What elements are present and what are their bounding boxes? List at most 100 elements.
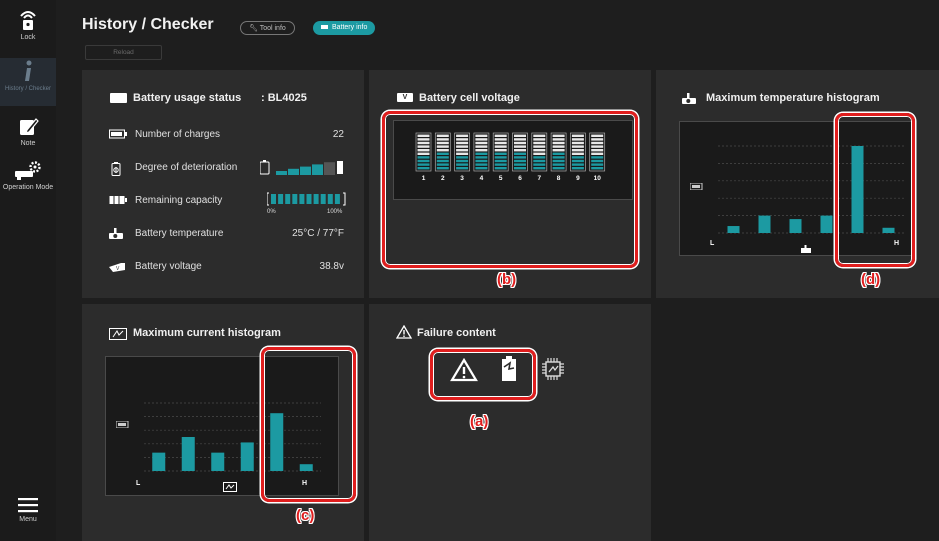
sidebar-item-operation-mode[interactable]: Operation Mode <box>0 160 56 204</box>
capacity-segment <box>334 194 340 204</box>
capacity-segment <box>299 194 305 204</box>
sidebar-item-label: Menu <box>19 516 37 523</box>
capacity-segment <box>313 194 319 204</box>
failure-content-panel: Failure content <box>369 304 651 541</box>
axis-thermometer-icon <box>801 240 813 258</box>
panel-title: Battery usage status <box>133 92 242 104</box>
panel-title: Maximum temperature histogram <box>706 92 880 104</box>
row-label: Number of charges <box>135 129 221 140</box>
battery-icon <box>110 93 127 103</box>
sidebar-item-label: Note <box>20 140 36 147</box>
histogram-bar <box>240 442 254 471</box>
histogram-bar <box>727 226 740 233</box>
histogram-bar <box>758 215 771 233</box>
row-battery-voltage: V Battery voltage 38.8v <box>109 259 344 275</box>
capacity-min-label: 0% <box>267 209 276 215</box>
highlight-cell-voltage <box>382 111 638 268</box>
chip-icon <box>541 357 565 386</box>
histogram-bar <box>820 215 833 233</box>
battery-icon <box>321 25 328 30</box>
callout-c: (c) <box>296 507 315 524</box>
battery-model: : BL4025 <box>261 92 307 104</box>
histogram-bar <box>789 219 802 233</box>
row-remaining-capacity: Remaining capacity 0% 100% <box>109 192 346 215</box>
battery-usage-panel: Battery usage status : BL4025 Number of … <box>82 70 364 298</box>
axis-battery-icon <box>689 177 704 195</box>
capacity-max-label: 100% <box>327 209 343 215</box>
tab-label: Tool info <box>259 25 286 32</box>
highlight-failure-icons <box>430 349 536 400</box>
capacity-segment <box>278 194 284 204</box>
sidebar-item-label: Lock <box>20 34 36 41</box>
highlight-current-high <box>261 347 356 502</box>
capacity-segment <box>285 194 291 204</box>
highlight-temp-high <box>835 113 915 267</box>
callout-b: (b) <box>497 271 517 288</box>
deterioration-bar <box>276 171 287 175</box>
row-battery-temperature: Battery temperature 25°C / 77°F <box>109 226 344 242</box>
capacity-segment <box>306 194 312 204</box>
sidebar-item-label: Operation Mode <box>2 184 54 191</box>
tab-tool-info[interactable]: 🔧︎ Tool info <box>240 21 295 35</box>
sidebar-item-lock[interactable]: Lock <box>0 8 56 54</box>
histogram-low-label: L <box>710 240 715 247</box>
row-label: Remaining capacity <box>135 195 223 206</box>
note-icon <box>0 116 56 138</box>
deterioration-bar <box>312 164 323 175</box>
thermometer-icon <box>682 92 700 110</box>
row-value: 25°C / 77°F <box>292 228 344 239</box>
voltage-icon: V <box>109 261 127 276</box>
row-label: Battery voltage <box>135 261 202 272</box>
sidebar: Lock History / Checker Note Operation Mo… <box>0 0 57 541</box>
sidebar-item-note[interactable]: Note <box>0 116 56 152</box>
row-number-of-charges: Number of charges 22 <box>109 127 344 143</box>
row-value: 38.8v <box>319 261 344 272</box>
sidebar-item-history-checker[interactable]: History / Checker <box>0 58 56 106</box>
sidebar-item-menu[interactable]: Menu <box>0 496 56 532</box>
histogram-bar <box>181 437 195 471</box>
panel-title: Maximum current histogram <box>133 327 281 339</box>
tab-label: Battery info <box>331 24 368 31</box>
hamburger-icon <box>0 496 56 514</box>
operation-mode-icon <box>0 160 56 182</box>
deterioration-battery-cap <box>263 160 266 162</box>
capacity-segment <box>271 194 276 204</box>
capacity-segment <box>292 194 298 204</box>
capacity-segment <box>327 194 333 204</box>
row-degree-of-deterioration: Degree of deterioration <box>109 160 344 176</box>
deterioration-bar <box>300 166 311 175</box>
voltage-badge-icon: V <box>397 93 413 102</box>
deterioration-bar <box>288 168 299 175</box>
tool-icon: 🔧︎ <box>249 25 258 32</box>
capacity-gauge: 0% 100% <box>267 192 346 215</box>
panel-title: Battery cell voltage <box>419 92 520 104</box>
deterioration-battery-icon <box>260 161 270 175</box>
histogram-bar <box>152 452 166 471</box>
main-area: History / Checker 🔧︎ Tool info Battery i… <box>56 0 939 541</box>
info-icon <box>0 58 56 84</box>
sidebar-item-label: History / Checker <box>4 86 51 92</box>
axis-battery-icon <box>115 415 130 433</box>
capacity-icon <box>109 195 127 208</box>
panel-title: Failure content <box>417 327 496 339</box>
thermometer-icon <box>109 228 127 243</box>
row-label: Degree of deterioration <box>135 162 238 173</box>
histogram-low-label: L <box>136 480 141 487</box>
full-battery-icon <box>337 161 343 174</box>
row-value: 22 <box>332 129 344 140</box>
warning-outline-icon <box>395 324 413 344</box>
deterioration-bar <box>324 162 335 175</box>
charge-counter-icon <box>109 129 127 142</box>
callout-d: (d) <box>861 271 881 288</box>
current-icon <box>109 327 127 345</box>
histogram-bar <box>211 452 225 471</box>
page-title: History / Checker <box>82 16 214 33</box>
axis-current-icon <box>223 479 237 497</box>
reload-button[interactable]: Reload <box>85 45 162 60</box>
deterioration-icon <box>109 162 123 179</box>
callout-a: (a) <box>470 413 489 430</box>
tab-battery-info[interactable]: Battery info <box>313 21 376 35</box>
row-label: Battery temperature <box>135 228 224 239</box>
deterioration-gauge <box>260 160 343 175</box>
capacity-segment <box>320 194 326 204</box>
